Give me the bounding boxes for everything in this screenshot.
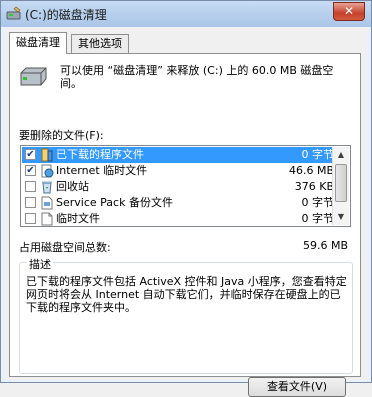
file-size: 376 KB — [294, 180, 334, 193]
list-scrollbar[interactable]: ▲ ▼ — [332, 147, 349, 225]
file-name: 回收站 — [56, 180, 89, 193]
file-name: 临时文件 — [56, 212, 100, 225]
files-to-delete-list[interactable]: ✔ 已下载的程序文件 0 字节 ✔ Internet 临时文件 46.6 MB … — [20, 145, 351, 227]
title-bar[interactable]: (C:)的磁盘清理 ✕ — [1, 1, 371, 27]
hard-drive-icon — [20, 67, 47, 86]
checkbox[interactable] — [25, 213, 36, 224]
file-size: 0 字节 — [301, 196, 335, 209]
checkbox[interactable]: ✔ — [25, 149, 36, 160]
file-name: Service Pack 备份文件 — [56, 196, 173, 209]
list-item[interactable]: Service Pack 备份文件 0 字节 — [22, 195, 334, 211]
disk-cleanup-window: (C:)的磁盘清理 ✕ 磁盘清理 其他选项 可以使用 “磁盘清理” 来释放 (C… — [0, 0, 372, 397]
tab-panel: 可以使用 “磁盘清理” 来释放 (C:) 上的 60.0 MB 磁盘空间。 要删… — [9, 53, 361, 397]
list-item[interactable]: ✔ Internet 临时文件 46.6 MB — [22, 163, 334, 179]
list-item[interactable]: 回收站 376 KB — [22, 179, 334, 195]
file-name: Internet 临时文件 — [56, 164, 148, 177]
scroll-up-icon[interactable]: ▲ — [334, 148, 348, 162]
recycle-bin-icon — [42, 181, 52, 194]
list-item[interactable]: ✔ 已下载的程序文件 0 字节 — [22, 147, 334, 163]
file-size: 0 字节 — [301, 148, 335, 161]
file-name: 已下载的程序文件 — [56, 148, 144, 161]
list-item[interactable]: 临时文件 0 字节 — [22, 211, 335, 226]
checkbox[interactable] — [25, 181, 36, 192]
description-group: 描述 已下载的程序文件包括 ActiveX 控件和 Java 小程序，您查看特定… — [19, 256, 353, 397]
temp-files-icon — [41, 212, 53, 226]
disk-cleanup-icon — [6, 6, 21, 20]
description-text: 已下载的程序文件包括 ActiveX 控件和 Java 小程序，您查看特定网页时… — [26, 275, 347, 314]
checkbox[interactable] — [25, 197, 36, 208]
view-files-button[interactable]: 查看文件(V) — [248, 377, 346, 397]
tab-disk-cleanup[interactable]: 磁盘清理 — [9, 32, 67, 54]
tab-more-options[interactable]: 其他选项 — [71, 34, 129, 53]
close-button[interactable]: ✕ — [333, 2, 365, 21]
window-client: 磁盘清理 其他选项 可以使用 “磁盘清理” 来释放 (C:) 上的 60.0 M… — [5, 27, 367, 397]
downloaded-program-files-icon — [41, 148, 53, 162]
intro-text: 可以使用 “磁盘清理” 来释放 (C:) 上的 60.0 MB 磁盘空间。 — [60, 64, 334, 90]
checkbox[interactable]: ✔ — [25, 165, 36, 176]
file-size: 46.6 MB — [288, 164, 334, 177]
service-pack-icon — [41, 196, 53, 210]
total-space-label: 占用磁盘空间总数: — [19, 241, 111, 254]
files-to-delete-label: 要删除的文件(F): — [19, 129, 104, 142]
scroll-thumb[interactable] — [335, 164, 347, 202]
scroll-down-icon[interactable]: ▼ — [334, 210, 348, 224]
window-title: (C:)的磁盘清理 — [25, 8, 107, 22]
description-title: 描述 — [27, 256, 53, 272]
total-space-value: 59.6 MB — [302, 239, 348, 252]
internet-temp-files-icon — [41, 164, 54, 178]
file-size: 0 字节 — [301, 212, 335, 225]
